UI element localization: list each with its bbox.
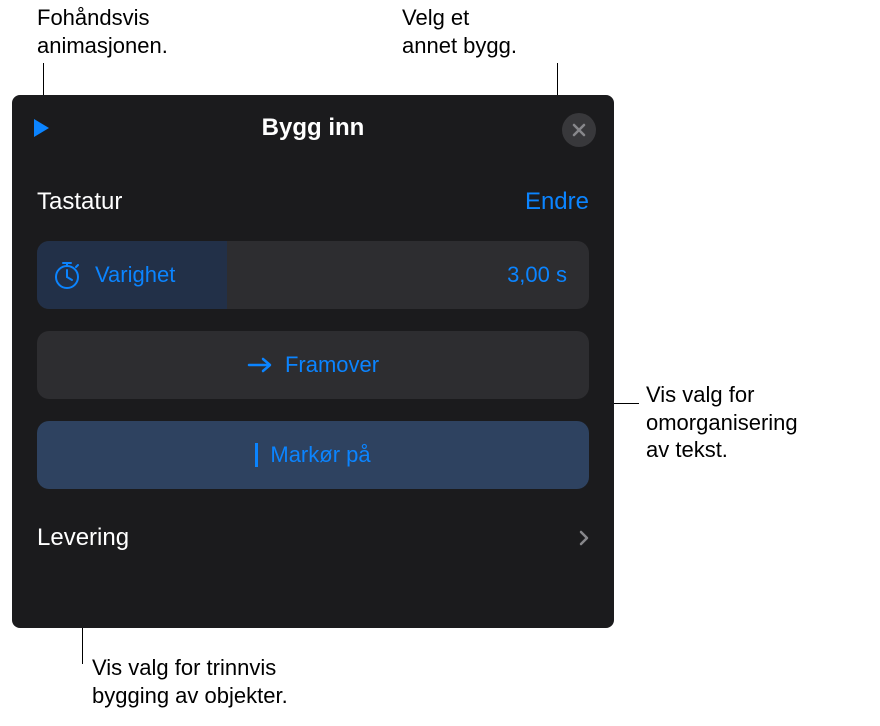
duration-slider[interactable]: Varighet 3,00 s: [37, 241, 589, 309]
close-icon: [571, 122, 587, 138]
change-effect-button[interactable]: Endre: [525, 188, 589, 216]
cursor-icon: [255, 443, 258, 467]
cursor-toggle-button[interactable]: Markør på: [37, 421, 589, 489]
callout-preview: Fohåndsvis animasjonen.: [37, 4, 168, 59]
timer-icon: [51, 259, 83, 291]
direction-label: Framover: [285, 352, 379, 378]
preview-play-icon[interactable]: [34, 119, 49, 137]
chevron-right-icon: [579, 530, 589, 546]
duration-value: 3,00 s: [507, 262, 567, 288]
callout-delivery: Vis valg for trinnvis bygging av objekte…: [92, 654, 288, 709]
cursor-label: Markør på: [270, 442, 370, 468]
delivery-label: Levering: [37, 524, 129, 552]
duration-left-group: Varighet: [51, 259, 175, 291]
callout-line: [613, 403, 639, 404]
panel-header: Bygg inn: [12, 95, 614, 160]
callout-change: Velg et annet bygg.: [402, 4, 517, 59]
delivery-row[interactable]: Levering: [12, 524, 614, 552]
duration-label: Varighet: [95, 262, 175, 288]
controls-area: Varighet 3,00 s Framover Markør på: [12, 241, 614, 489]
arrow-right-icon: [247, 356, 273, 374]
direction-button[interactable]: Framover: [37, 331, 589, 399]
panel-title: Bygg inn: [262, 114, 365, 142]
duration-content: Varighet 3,00 s: [37, 259, 589, 291]
close-button[interactable]: [562, 113, 596, 147]
callout-direction: Vis valg for omorganisering av tekst.: [646, 381, 798, 464]
effect-section-row: Tastatur Endre: [12, 188, 614, 216]
build-in-panel: Bygg inn Tastatur Endre: [12, 95, 614, 628]
effect-name-label: Tastatur: [37, 188, 122, 216]
